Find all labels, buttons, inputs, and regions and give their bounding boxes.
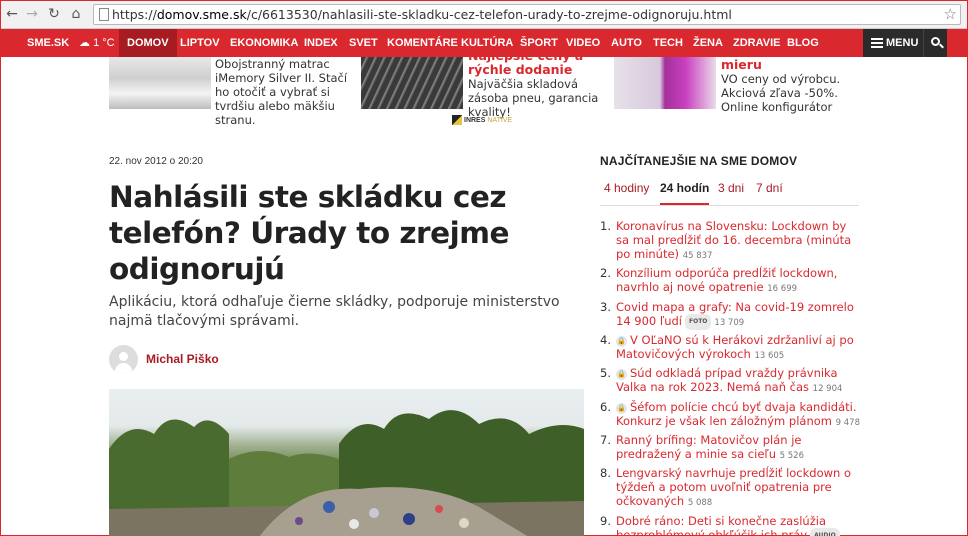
tab-3-dni[interactable]: 3 dni [718,181,744,195]
weather-widget[interactable]: ☁ 1 °C [79,29,115,57]
ad-mattress-text[interactable]: Obojstranný matrac iMemory Silver II. St… [215,57,357,127]
ad-furniture-text: VO ceny od výrobcu. Akciová zľava -50%. … [721,72,841,114]
reload-icon[interactable]: ↻ [45,5,63,23]
address-bar[interactable]: https://domov.sme.sk/c/6613530/nahlasili… [93,4,961,25]
ad-network-label: INRES NATIVE [452,115,512,125]
hamburger-icon [871,38,883,48]
tab-4-hodiny[interactable]: 4 hodiny [604,181,649,195]
nav-item-domov[interactable]: DOMOV [119,29,177,57]
nav-item-index[interactable]: INDEX [304,29,338,57]
ad-furniture-title[interactable]: mieru [721,58,863,72]
back-icon[interactable]: ← [3,5,21,23]
article-perex: Aplikáciu, ktorá odhaľuje čierne skládky… [109,294,560,329]
nav-item-svet[interactable]: SVET [349,29,378,57]
inres-logo-icon [452,115,462,125]
most-read-heading: NAJČÍTANEJŠIE NA SME DOMOV [600,154,798,168]
article-photo [109,389,584,536]
nav-item-ekonomika[interactable]: EKONOMIKA [230,29,298,57]
ad-tires-text: Najväčšia skladová zásoba pneu, garancia… [468,77,599,119]
nav-item-zena[interactable]: ŽENA [693,29,723,57]
author-avatar-icon [109,345,138,374]
lock-icon: 🔒 [616,403,627,414]
article-date: 22. nov 2012 o 20:20 [109,156,203,167]
ad-furniture[interactable]: mieru VO ceny od výrobcu. Akciová zľava … [721,58,863,115]
nav-item-komentare[interactable]: KOMENTÁRE [387,29,458,57]
bookmark-star-icon[interactable]: ☆ [944,5,957,23]
nav-item-tech[interactable]: TECH [653,29,683,57]
lock-icon: 🔒 [616,336,627,347]
site-logo-link[interactable]: SME.SK [27,29,69,57]
nav-item-auto[interactable]: AUTO [611,29,642,57]
nav-item-zdravie[interactable]: ZDRAVIE [733,29,780,57]
ad-furniture-image[interactable] [614,57,716,109]
audio-badge: AUDIO [810,528,840,536]
nav-item-blog[interactable]: BLOG [787,29,819,57]
nav-item-liptov[interactable]: LIPTOV [180,29,220,57]
forward-icon[interactable]: → [23,5,41,23]
photo-badge: FOTO [685,314,712,330]
weather-cloud-icon: ☁ [79,37,90,49]
browser-toolbar: ← → ↻ ⌂ https://domov.sme.sk/c/6613530/n… [1,1,967,29]
menu-button[interactable]: MENU [863,29,923,57]
search-button[interactable] [923,29,947,57]
tab-7-dni[interactable]: 7 dní [756,181,783,195]
author-name[interactable]: Michal Piško [146,352,219,366]
ad-tires[interactable]: Najlepšie ceny a rýchle dodanie Najväčši… [468,49,610,120]
article-title: Nahlásili ste skládku cez telefón? Úrady… [109,180,509,286]
lock-icon: 🔒 [616,369,627,380]
ad-tires-image[interactable] [361,57,463,109]
page-icon [99,8,109,21]
ad-tires-title[interactable]: Najlepšie ceny a rýchle dodanie [468,49,610,77]
url-text: https://domov.sme.sk/c/6613530/nahlasili… [112,7,732,22]
tab-24-hodin[interactable]: 24 hodín [660,181,710,205]
photo-illustration [109,410,584,536]
home-icon[interactable]: ⌂ [67,5,85,23]
ad-mattress-image[interactable] [109,57,211,109]
most-read-tabs: 4 hodiny 24 hodín 3 dni 7 dní [600,175,859,206]
